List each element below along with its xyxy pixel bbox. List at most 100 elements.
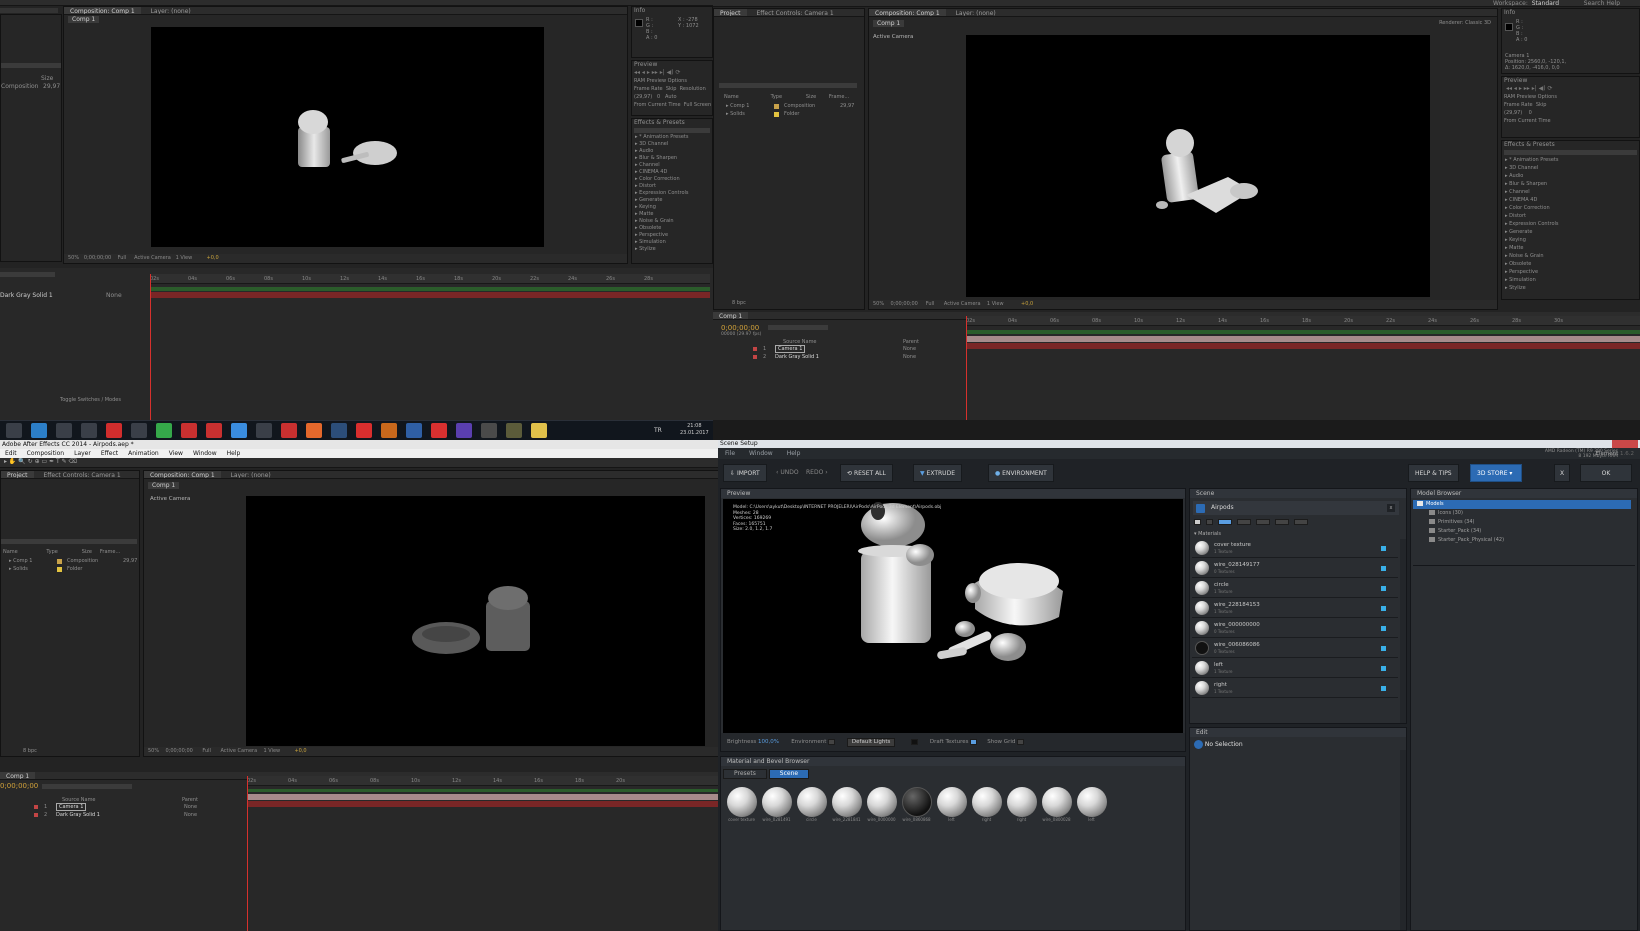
layer-parent[interactable]: None xyxy=(903,345,916,353)
timeline-search-right[interactable] xyxy=(768,325,828,330)
work-area-bar-right[interactable] xyxy=(966,330,1640,334)
3d-store-button[interactable]: 3D STORE ▾ xyxy=(1470,464,1522,482)
search-help[interactable]: Search Help xyxy=(1584,0,1620,6)
current-time-indicator[interactable] xyxy=(150,274,151,420)
project-row-type[interactable]: Composition xyxy=(1,83,38,91)
ram-preview-options-right[interactable]: RAM Preview Options xyxy=(1502,93,1639,101)
effect-category-12[interactable]: ▸ Noise & Grain xyxy=(635,218,712,225)
effect-category-15[interactable]: ▸ Simulation xyxy=(1505,276,1639,284)
taskbar-app-icon[interactable] xyxy=(381,423,397,438)
scene-menu-help[interactable]: Help xyxy=(780,450,808,457)
bpc-label[interactable]: 8 bpc xyxy=(732,299,746,307)
material-visible-checkbox[interactable] xyxy=(1381,546,1386,551)
brightness-value[interactable]: 100,0% xyxy=(758,739,779,745)
taskbar-app-icon[interactable] xyxy=(531,423,547,438)
resolution-select-bl[interactable]: Full xyxy=(202,748,211,754)
tab-effect-controls-bl[interactable]: Effect Controls: Camera 1 xyxy=(37,471,126,478)
scene-viewport[interactable]: Model: C:\Users\aykut\Desktop\INTERNET P… xyxy=(723,499,1183,733)
tab-presets[interactable]: Presets xyxy=(723,769,767,779)
effect-category-9[interactable]: ▸ Generate xyxy=(1505,228,1639,236)
preview-values-right[interactable]: (29,97) 0 xyxy=(1502,109,1639,117)
material-swatch[interactable]: wire_0860868 xyxy=(900,787,933,822)
camera-select-right[interactable]: Active Camera xyxy=(944,301,981,307)
effect-category-5[interactable]: ▸ CINEMA 4D xyxy=(635,169,712,176)
scene-menu-window[interactable]: Window xyxy=(742,450,780,457)
workspace-select[interactable]: Standard xyxy=(1532,0,1559,6)
taskbar-app-icon[interactable] xyxy=(6,423,22,438)
menu-edit[interactable]: Edit xyxy=(0,450,22,457)
model-tree-item[interactable]: Models xyxy=(1413,500,1631,509)
material-visible-checkbox[interactable] xyxy=(1381,626,1386,631)
toggle-switches[interactable]: Toggle Switches / Modes xyxy=(60,396,121,404)
group-3-icon[interactable] xyxy=(1255,518,1270,525)
project-item[interactable]: ▸ Comp 1 Composition 29,97 xyxy=(3,557,138,565)
current-time-indicator-right[interactable] xyxy=(966,316,967,420)
tab-scene[interactable]: Scene xyxy=(768,769,810,779)
bpc-label-bl[interactable]: 8 bpc xyxy=(23,747,37,755)
effect-category-4[interactable]: ▸ Channel xyxy=(1505,188,1639,196)
effect-category-16[interactable]: ▸ Stylize xyxy=(635,246,712,253)
materials-scrollbar[interactable] xyxy=(1400,539,1406,723)
window-close-button[interactable] xyxy=(1612,440,1638,448)
work-area-bar[interactable] xyxy=(150,287,710,291)
effect-category-0[interactable]: ▸ * Animation Presets xyxy=(635,134,712,141)
project-item[interactable]: ▸ Solids Folder xyxy=(720,110,865,118)
layer-name[interactable]: Dark Gray Solid 1 xyxy=(56,811,100,819)
taskbar-app-icon[interactable] xyxy=(506,423,522,438)
effect-category-5[interactable]: ▸ CINEMA 4D xyxy=(1505,196,1639,204)
tab-composition-bl[interactable]: Composition: Comp 1 xyxy=(144,471,221,478)
material-item[interactable]: cover texture 1 Texture xyxy=(1192,539,1398,558)
exposure-value-bl[interactable]: +0,0 xyxy=(294,748,306,754)
tab-composition[interactable]: Composition: Comp 1 xyxy=(64,7,141,14)
model-tree-item[interactable]: Primitives (34) xyxy=(1413,518,1631,527)
timeline-layer-row[interactable]: 1 Camera 1 None xyxy=(753,345,963,353)
effect-category-8[interactable]: ▸ Expression Controls xyxy=(1505,220,1639,228)
tab-layer[interactable]: Layer: (none) xyxy=(145,7,197,14)
effect-category-3[interactable]: ▸ Blur & Sharpen xyxy=(1505,180,1639,188)
from-current-time-right[interactable]: From Current Time xyxy=(1502,117,1639,125)
collapse-icon[interactable] xyxy=(1194,518,1201,525)
lights-select[interactable]: Default Lights xyxy=(846,738,896,747)
material-swatch[interactable]: circle xyxy=(795,787,828,822)
timeline-layer-row[interactable]: 2 Dark Gray Solid 1 None xyxy=(753,353,963,361)
help-tips-button[interactable]: HELP & TIPS xyxy=(1408,464,1459,482)
material-swatch[interactable]: left xyxy=(1075,787,1108,822)
taskbar-app-icon[interactable] xyxy=(306,423,322,438)
layer-parent[interactable]: None xyxy=(106,292,122,300)
comp-chip-right[interactable]: Comp 1 xyxy=(873,20,905,27)
playback-controls[interactable]: ◂◂ ◂ ▸ ▸▸ ▸| ◀) ⟳ xyxy=(632,69,712,77)
material-item[interactable]: wire_000000000 0 Textures xyxy=(1192,619,1398,638)
taskbar-app-icon[interactable] xyxy=(281,423,297,438)
tab-project[interactable]: Project xyxy=(714,9,747,16)
layer-parent[interactable]: None xyxy=(184,803,197,811)
taskbar-app-icon[interactable] xyxy=(106,423,122,438)
project-search[interactable] xyxy=(719,83,857,88)
camera-layer-bar[interactable] xyxy=(966,336,1640,342)
tab-project-bl[interactable]: Project xyxy=(1,471,34,478)
material-visible-checkbox[interactable] xyxy=(1381,586,1386,591)
preview-options[interactable]: From Current Time Full Screen xyxy=(632,101,712,109)
material-item[interactable]: wire_028149177 0 Textures xyxy=(1192,559,1398,578)
effect-category-10[interactable]: ▸ Keying xyxy=(1505,236,1639,244)
zoom-level-bl[interactable]: 50% xyxy=(148,748,159,754)
material-item[interactable]: wire_228184153 1 Texture xyxy=(1192,599,1398,618)
edit-scrollbar[interactable] xyxy=(1400,750,1406,930)
taskbar-app-icon[interactable] xyxy=(131,423,147,438)
layer-bar[interactable] xyxy=(150,292,710,298)
model-tree-item[interactable]: Starter_Pack (34) xyxy=(1413,527,1631,536)
project-item[interactable]: ▸ Solids Folder xyxy=(3,565,138,573)
scene-menu-file[interactable]: File xyxy=(718,450,742,457)
material-visible-checkbox[interactable] xyxy=(1381,646,1386,651)
current-time-indicator-bl[interactable] xyxy=(247,776,248,931)
group-4-icon[interactable] xyxy=(1274,518,1289,525)
taskbar-app-icon[interactable] xyxy=(256,423,272,438)
effects-search[interactable] xyxy=(634,128,710,133)
effect-category-8[interactable]: ▸ Expression Controls xyxy=(635,190,712,197)
tab-layer-bl[interactable]: Layer: (none) xyxy=(225,471,277,478)
taskbar-app-icon[interactable] xyxy=(356,423,372,438)
effect-category-2[interactable]: ▸ Audio xyxy=(1505,172,1639,180)
tab-timeline-comp-bl[interactable]: Comp 1 xyxy=(0,772,36,779)
camera-select[interactable]: Active Camera xyxy=(134,255,171,261)
resolution-select[interactable]: Full xyxy=(118,255,127,261)
cancel-x-button[interactable]: X xyxy=(1554,464,1570,482)
